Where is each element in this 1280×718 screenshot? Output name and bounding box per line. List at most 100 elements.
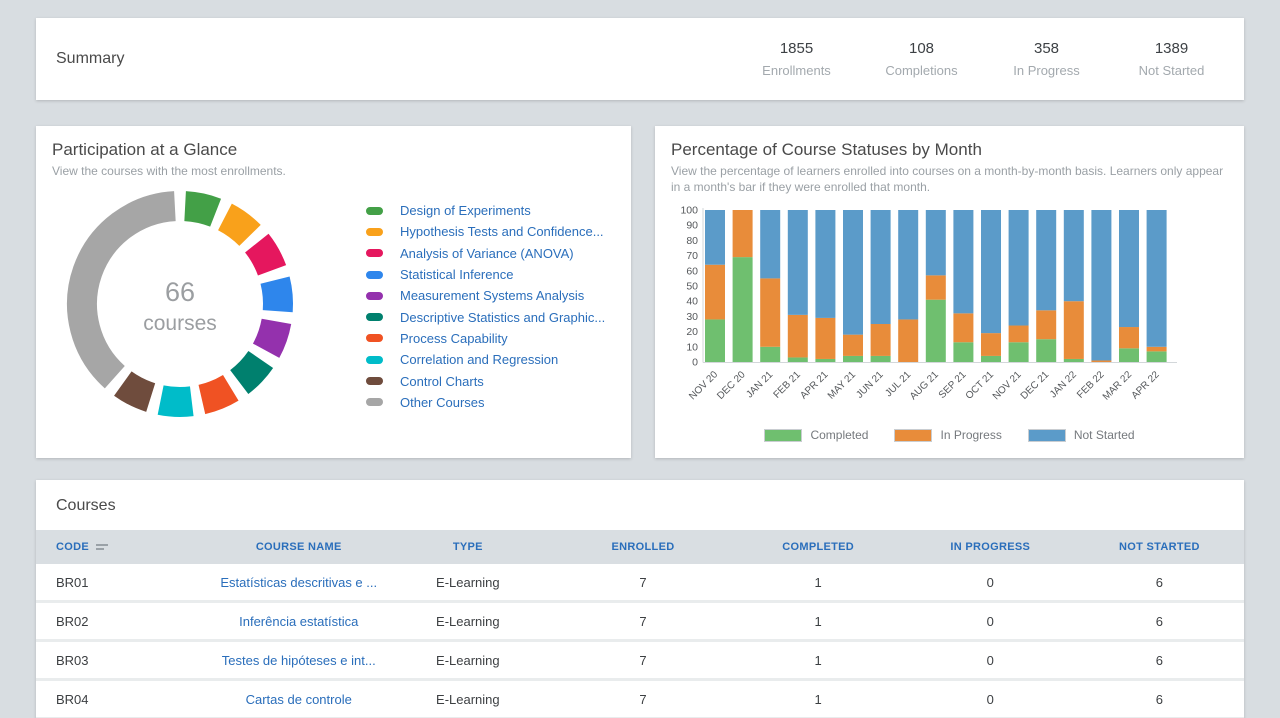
donut-segment[interactable] [161, 400, 192, 402]
bar-segment[interactable] [760, 347, 780, 362]
bar-segment[interactable] [898, 319, 918, 362]
table-cell: BR03 [36, 653, 217, 668]
table-cell: 7 [555, 692, 730, 707]
bar-segment[interactable] [1064, 301, 1084, 359]
donut-legend-item: Process Capability [366, 328, 605, 349]
table-row: BR04Cartas de controleE-Learning7106 [36, 681, 1244, 718]
column-header[interactable]: COMPLETED [731, 541, 906, 553]
bar-segment[interactable] [926, 300, 946, 362]
donut-svg: 66 courses [64, 188, 296, 420]
course-name-link[interactable]: Cartas de controle [217, 692, 380, 707]
bar-segment[interactable] [1036, 310, 1056, 339]
x-tick-label: FEB 21 [772, 369, 804, 401]
bar-segment[interactable] [1009, 210, 1029, 326]
bar-segment[interactable] [1119, 210, 1139, 327]
donut-segment[interactable] [266, 321, 276, 350]
legend-course-link[interactable]: Other Courses [400, 395, 485, 410]
legend-course-link[interactable]: Statistical Inference [400, 267, 513, 282]
donut-segment[interactable] [82, 206, 175, 377]
x-tick-label: JUN 21 [854, 369, 886, 401]
bar-segment[interactable] [1091, 360, 1111, 362]
legend-course-link[interactable]: Process Capability [400, 331, 508, 346]
bar-segment[interactable] [1091, 210, 1111, 360]
donut-segment[interactable] [202, 388, 231, 400]
donut-segment[interactable] [185, 206, 215, 213]
bar-segment[interactable] [981, 333, 1001, 356]
bar-segment[interactable] [760, 278, 780, 346]
bar-segment[interactable] [1036, 210, 1056, 310]
sort-icon[interactable] [96, 544, 108, 550]
bar-segment[interactable] [815, 210, 835, 318]
donut-center-label: courses [143, 312, 217, 335]
bar-segment[interactable] [953, 342, 973, 362]
bar-segment[interactable] [1064, 210, 1084, 301]
column-header[interactable]: COURSE NAME [217, 541, 380, 553]
column-header[interactable]: NOT STARTED [1075, 541, 1244, 553]
bar-segment[interactable] [815, 359, 835, 362]
bar-segment[interactable] [815, 318, 835, 359]
donut-segment[interactable] [257, 243, 272, 270]
bar-segment[interactable] [843, 356, 863, 362]
bar-segment[interactable] [733, 257, 753, 362]
bar-segment[interactable] [843, 335, 863, 356]
legend-swatch [366, 334, 383, 342]
bar-segment[interactable] [760, 210, 780, 278]
bar-segment[interactable] [788, 315, 808, 358]
y-tick-label: 80 [686, 235, 698, 247]
course-name-link[interactable]: Inferência estatística [217, 614, 380, 629]
donut-segment[interactable] [225, 217, 250, 236]
table-cell: E-Learning [380, 614, 555, 629]
legend-swatch [366, 377, 383, 385]
bar-segment[interactable] [788, 210, 808, 315]
summary-card: Summary 1855Enrollments108Completions358… [36, 18, 1244, 100]
column-header-label: CODE [56, 541, 89, 553]
column-header[interactable]: IN PROGRESS [906, 541, 1075, 553]
donut-segment[interactable] [123, 384, 151, 398]
bar-segment[interactable] [705, 265, 725, 320]
x-tick-label: MAY 21 [826, 369, 859, 402]
bar-segment[interactable] [705, 319, 725, 362]
legend-course-link[interactable]: Measurement Systems Analysis [400, 288, 584, 303]
bar-segment[interactable] [1147, 347, 1167, 352]
bar-segment[interactable] [1147, 210, 1167, 347]
column-header[interactable]: CODE [36, 541, 217, 553]
bar-segment[interactable] [843, 210, 863, 335]
table-cell: 0 [906, 575, 1075, 590]
legend-course-link[interactable]: Hypothesis Tests and Confidence... [400, 224, 604, 239]
column-header[interactable]: TYPE [380, 541, 555, 553]
bar-segment[interactable] [1119, 327, 1139, 348]
bar-segment[interactable] [1009, 342, 1029, 362]
y-tick-label: 20 [686, 326, 698, 338]
legend-course-link[interactable]: Design of Experiments [400, 203, 531, 218]
donut-legend-item: Other Courses [366, 392, 605, 413]
bar-segment[interactable] [953, 210, 973, 313]
bar-segment[interactable] [871, 210, 891, 324]
bar-segment[interactable] [788, 357, 808, 362]
bar-legend-item: In Progress [894, 428, 1001, 442]
bar-segment[interactable] [981, 356, 1001, 362]
bar-segment[interactable] [1036, 339, 1056, 362]
legend-course-link[interactable]: Descriptive Statistics and Graphic... [400, 310, 605, 325]
donut-segment[interactable] [239, 360, 261, 383]
bar-segment[interactable] [733, 210, 753, 257]
donut-segment[interactable] [275, 280, 278, 311]
bar-segment[interactable] [953, 313, 973, 342]
bar-segment[interactable] [705, 210, 725, 265]
bar-segment[interactable] [1119, 348, 1139, 362]
bar-segment[interactable] [898, 210, 918, 319]
legend-course-link[interactable]: Correlation and Regression [400, 352, 558, 367]
bar-segment[interactable] [1064, 359, 1084, 362]
column-header[interactable]: ENROLLED [555, 541, 730, 553]
bar-segment[interactable] [871, 324, 891, 356]
table-cell: E-Learning [380, 692, 555, 707]
bar-segment[interactable] [981, 210, 1001, 333]
bar-segment[interactable] [926, 275, 946, 299]
course-name-link[interactable]: Estatísticas descritivas e ... [217, 575, 380, 590]
bar-segment[interactable] [1147, 351, 1167, 362]
bar-segment[interactable] [871, 356, 891, 362]
bar-segment[interactable] [1009, 326, 1029, 343]
course-name-link[interactable]: Testes de hipóteses e int... [217, 653, 380, 668]
legend-course-link[interactable]: Control Charts [400, 374, 484, 389]
legend-course-link[interactable]: Analysis of Variance (ANOVA) [400, 246, 574, 261]
bar-segment[interactable] [926, 210, 946, 275]
